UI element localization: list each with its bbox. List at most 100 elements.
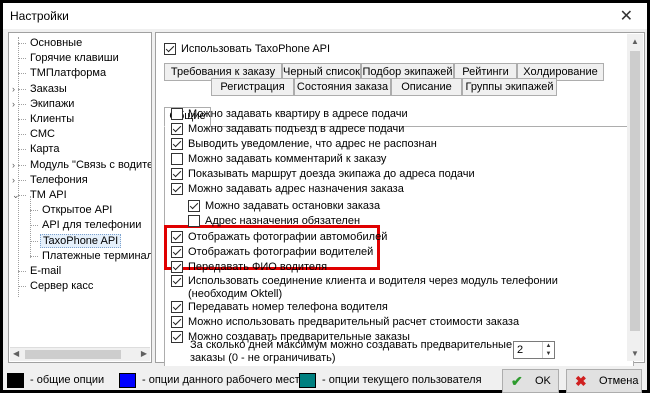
- ok-button[interactable]: ✔ OK: [502, 369, 559, 393]
- checkbox-box[interactable]: [171, 138, 183, 150]
- tree-item[interactable]: Платежные терминалы: [40, 249, 152, 263]
- scroll-right-icon[interactable]: ▶: [141, 349, 147, 358]
- scrollbar-thumb[interactable]: [630, 51, 640, 331]
- options-vertical-scrollbar[interactable]: ▲ ▼: [627, 34, 643, 361]
- tree-item[interactable]: Горячие клавиши: [28, 51, 121, 65]
- tree-connector: [18, 286, 26, 288]
- tree-item[interactable]: Заказы: [28, 82, 69, 96]
- checkbox-label: Можно использовать предварительный расче…: [188, 316, 520, 328]
- tree-item-label: Сервер касс: [30, 280, 94, 293]
- cancel-button[interactable]: ✖ Отмена: [566, 369, 642, 393]
- checkbox-label: Можно задавать адрес назначения заказа: [188, 183, 404, 195]
- checkbox-label: Можно задавать остановки заказа: [205, 200, 381, 212]
- checkbox-box[interactable]: [171, 231, 183, 243]
- tab[interactable]: Группы экипажей: [462, 78, 557, 96]
- settings-window: Настройки ✕ ◀ ▶ Основные Горячие клавиши Т…: [0, 0, 650, 393]
- tree-item-label: Карта: [30, 143, 60, 156]
- tree-item[interactable]: ТМПлатформа: [28, 66, 108, 80]
- tree-item-label: Телефония: [30, 173, 88, 186]
- tree-horizontal-scrollbar[interactable]: ◀ ▶: [10, 347, 150, 361]
- checkbox-box[interactable]: [171, 301, 183, 313]
- tree-item[interactable]: Открытое API: [40, 203, 114, 217]
- tree-connector: [30, 255, 38, 257]
- legend-swatch: [119, 373, 136, 388]
- days-spinner[interactable]: 2 ▲ ▼: [513, 341, 555, 359]
- checkbox-label: Отображать фотографии автомобилей: [188, 231, 388, 243]
- tree-item[interactable]: ТМ API: [28, 188, 69, 202]
- checkbox-box[interactable]: [171, 246, 183, 258]
- tree-connector: [18, 134, 26, 136]
- checkbox-label: Можно задавать комментарий к заказу: [188, 153, 387, 165]
- tree-item[interactable]: Телефония: [28, 173, 90, 187]
- tree-item-label: СМС: [30, 128, 55, 141]
- cross-icon: ✖: [575, 373, 587, 389]
- tree-item[interactable]: Модуль "Связь с водителе: [28, 158, 152, 172]
- cancel-label: Отмена: [599, 375, 639, 387]
- checkbox-label: Можно задавать подъезд в адресе подачи: [188, 123, 405, 135]
- checkbox-label: Передавать ФИО водителя: [188, 261, 328, 273]
- scrollbar-thumb[interactable]: [25, 350, 121, 359]
- tree-item[interactable]: Сервер касс: [28, 279, 95, 293]
- tree-connector: [30, 225, 38, 227]
- tree-item-label: Основные: [30, 37, 83, 49]
- checkbox-box[interactable]: [171, 153, 183, 165]
- tab[interactable]: Описание: [391, 78, 462, 96]
- tree-item-label: API для телефонии: [42, 219, 142, 232]
- legend-swatch: [299, 373, 316, 388]
- checkbox-label: Адрес назначения обязателен: [205, 215, 361, 227]
- days-question-line2: заказы (0 - не ограничивать): [190, 352, 336, 364]
- tree-item-label: ТМПлатформа: [30, 67, 107, 80]
- tree-item[interactable]: Экипажи: [28, 97, 76, 111]
- checkbox-label: Использовать соединение клиента и водите…: [188, 275, 558, 287]
- tree-item-label: Экипажи: [30, 97, 75, 110]
- close-icon[interactable]: ✕: [620, 6, 633, 26]
- tab[interactable]: Регистрация: [211, 78, 294, 96]
- tree-item[interactable]: Клиенты: [28, 112, 76, 126]
- checkmark-icon: ✔: [511, 373, 523, 389]
- scroll-up-icon[interactable]: ▲: [631, 37, 639, 46]
- scroll-down-icon[interactable]: ▼: [631, 349, 639, 358]
- spin-down-icon[interactable]: ▼: [542, 350, 554, 358]
- checkbox-label: Можно задавать квартиру в адресе подачи: [188, 108, 408, 120]
- checkbox-box[interactable]: [188, 215, 200, 227]
- tree-item-label: Открытое API: [42, 204, 113, 217]
- tree-item[interactable]: API для телефонии: [40, 218, 143, 232]
- tree-item-label: TaxoPhone API: [40, 233, 122, 248]
- tree-item-label: Клиенты: [30, 113, 75, 125]
- checkbox-box[interactable]: [171, 183, 183, 195]
- window-title: Настройки: [10, 9, 69, 23]
- legend-swatch: [7, 373, 24, 388]
- scroll-left-icon[interactable]: ◀: [13, 349, 19, 358]
- checkbox-label-continued: (необходим Oktell): [188, 288, 283, 300]
- tree-item[interactable]: Основные: [28, 36, 84, 50]
- tree-item[interactable]: Карта: [28, 142, 61, 156]
- tree-connector: [30, 240, 38, 242]
- tree-connector: [18, 149, 26, 151]
- spin-up-icon[interactable]: ▲: [542, 342, 554, 350]
- tree-item-label: Модуль "Связь с водителе: [30, 158, 152, 171]
- checkbox-label: Передавать номер телефона водителя: [188, 301, 388, 313]
- checkbox-box[interactable]: [171, 275, 183, 287]
- checkbox-label: Отображать фотографии водителей: [188, 246, 374, 258]
- tree-item[interactable]: E-mail: [28, 264, 63, 278]
- checkbox-label: Выводить уведомление, что адрес не распо…: [188, 138, 437, 150]
- tree-connector: [18, 37, 19, 297]
- tab[interactable]: Состояния заказа: [294, 78, 391, 96]
- checkbox-box[interactable]: [171, 331, 183, 343]
- tree-item[interactable]: СМС: [28, 127, 57, 141]
- tree-item-label: Платежные терминалы: [42, 249, 152, 262]
- tree-item[interactable]: TaxoPhone API: [40, 233, 122, 248]
- tree-item-label: ТМ API: [30, 189, 67, 201]
- checkbox-box[interactable]: [171, 123, 183, 135]
- legend-label: - опции данного рабочего места: [142, 374, 306, 386]
- checkbox-box[interactable]: [171, 316, 183, 328]
- checkbox-box[interactable]: [188, 200, 200, 212]
- tree-item-label: Заказы: [30, 82, 67, 95]
- checkbox-box[interactable]: [171, 168, 183, 180]
- checkbox-box[interactable]: [171, 261, 183, 273]
- checkbox-label: Использовать TaxoPhone API: [181, 43, 331, 55]
- checkbox-box[interactable]: [164, 43, 176, 55]
- checkbox-label: Показывать маршрут доезда экипажа до адр…: [188, 168, 475, 180]
- checkbox-box[interactable]: [171, 108, 183, 120]
- days-value[interactable]: 2: [517, 344, 523, 356]
